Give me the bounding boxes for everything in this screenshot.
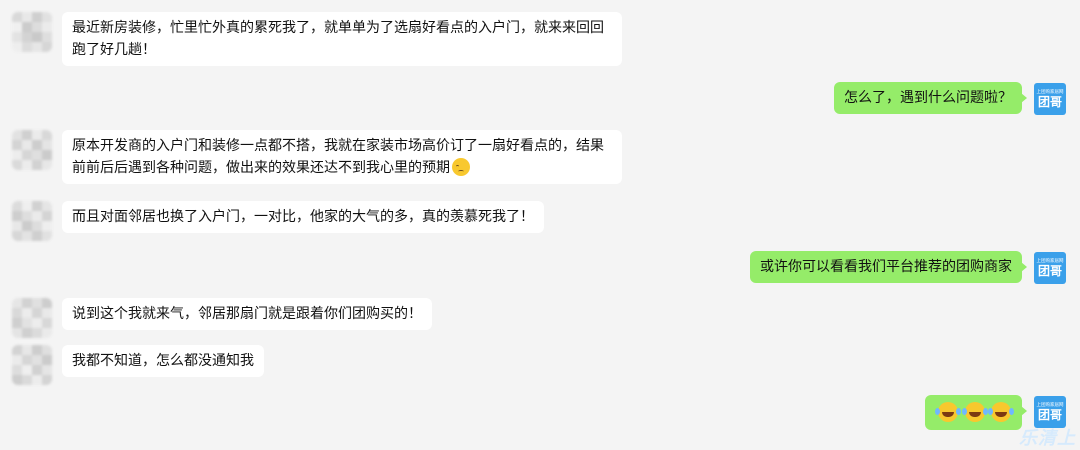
- message-bubble[interactable]: 说到这个我就来气，邻居那扇门就是跟着你们团购买的！: [62, 298, 432, 330]
- message-row-4: 而且对面邻居也换了入户门，一对比，他家的大气的多，真的羡慕死我了！: [12, 201, 544, 241]
- message-bubble[interactable]: [925, 395, 1027, 430]
- message-bubble[interactable]: 最近新房装修，忙里忙外真的累死我了，就单单为了选扇好看点的入户门，就来来回回跑了…: [62, 12, 622, 66]
- brand-avatar-title: 团哥: [1037, 95, 1062, 109]
- message-bubble[interactable]: 原本开发商的入户门和装修一点都不搭，我就在家装市场高价订了一扇好看点的，结果前前…: [62, 130, 622, 184]
- contact-avatar[interactable]: [12, 130, 52, 170]
- message-text: 怎么了，遇到什么问题啦？: [844, 90, 1012, 106]
- brand-avatar-subtitle: 上团购家居网: [1036, 258, 1064, 264]
- message-bubble[interactable]: 我都不知道，怎么都没通知我: [62, 345, 264, 377]
- message-text: 原本开发商的入户门和装修一点都不搭，我就在家装市场高价订了一扇好看点的，结果前前…: [72, 138, 604, 176]
- message-bubble[interactable]: 怎么了，遇到什么问题啦？: [834, 82, 1027, 114]
- tears-of-joy-icon: [961, 402, 985, 422]
- message-bubble[interactable]: 而且对面邻居也换了入户门，一对比，他家的大气的多，真的羡慕死我了！: [62, 201, 544, 233]
- watermark: 乐清上: [1019, 428, 1076, 449]
- brand-avatar-title: 团哥: [1037, 408, 1062, 422]
- message-text: 说到这个我就来气，邻居那扇门就是跟着你们团购买的！: [72, 306, 422, 322]
- brand-avatar-subtitle: 上团购家居网: [1036, 402, 1064, 408]
- contact-avatar[interactable]: [12, 12, 52, 52]
- brand-avatar[interactable]: 上团购家居网 团哥: [1034, 252, 1066, 284]
- brand-avatar-subtitle: 上团购家居网: [1036, 89, 1064, 95]
- message-row-3: 原本开发商的入户门和装修一点都不搭，我就在家装市场高价订了一扇好看点的，结果前前…: [12, 130, 622, 184]
- message-text: 我都不知道，怎么都没通知我: [72, 353, 254, 369]
- tears-of-joy-icon: [935, 402, 959, 422]
- message-row-7: 我都不知道，怎么都没通知我: [12, 345, 264, 385]
- tears-of-joy-icon: [988, 402, 1011, 422]
- message-row-2: 上团购家居网 团哥 怎么了，遇到什么问题啦？: [834, 82, 1066, 115]
- message-row-5: 上团购家居网 团哥 或许你可以看看我们平台推荐的团购商家: [750, 251, 1066, 284]
- message-text: 或许你可以看看我们平台推荐的团购商家: [760, 259, 1012, 275]
- contact-avatar[interactable]: [12, 345, 52, 385]
- message-row-6: 说到这个我就来气，邻居那扇门就是跟着你们团购买的！: [12, 298, 432, 338]
- message-bubble[interactable]: 或许你可以看看我们平台推荐的团购商家: [750, 251, 1027, 283]
- brand-avatar[interactable]: 上团购家居网 团哥: [1034, 83, 1066, 115]
- message-text: 最近新房装修，忙里忙外真的累死我了，就单单为了选扇好看点的入户门，就来来回回跑了…: [72, 20, 604, 58]
- contact-avatar[interactable]: [12, 201, 52, 241]
- pensive-face-icon: [452, 158, 470, 176]
- message-text: 而且对面邻居也换了入户门，一对比，他家的大气的多，真的羡慕死我了！: [72, 209, 534, 225]
- contact-avatar[interactable]: [12, 298, 52, 338]
- brand-avatar-title: 团哥: [1037, 264, 1062, 278]
- message-row-1: 最近新房装修，忙里忙外真的累死我了，就单单为了选扇好看点的入户门，就来来回回跑了…: [12, 12, 622, 66]
